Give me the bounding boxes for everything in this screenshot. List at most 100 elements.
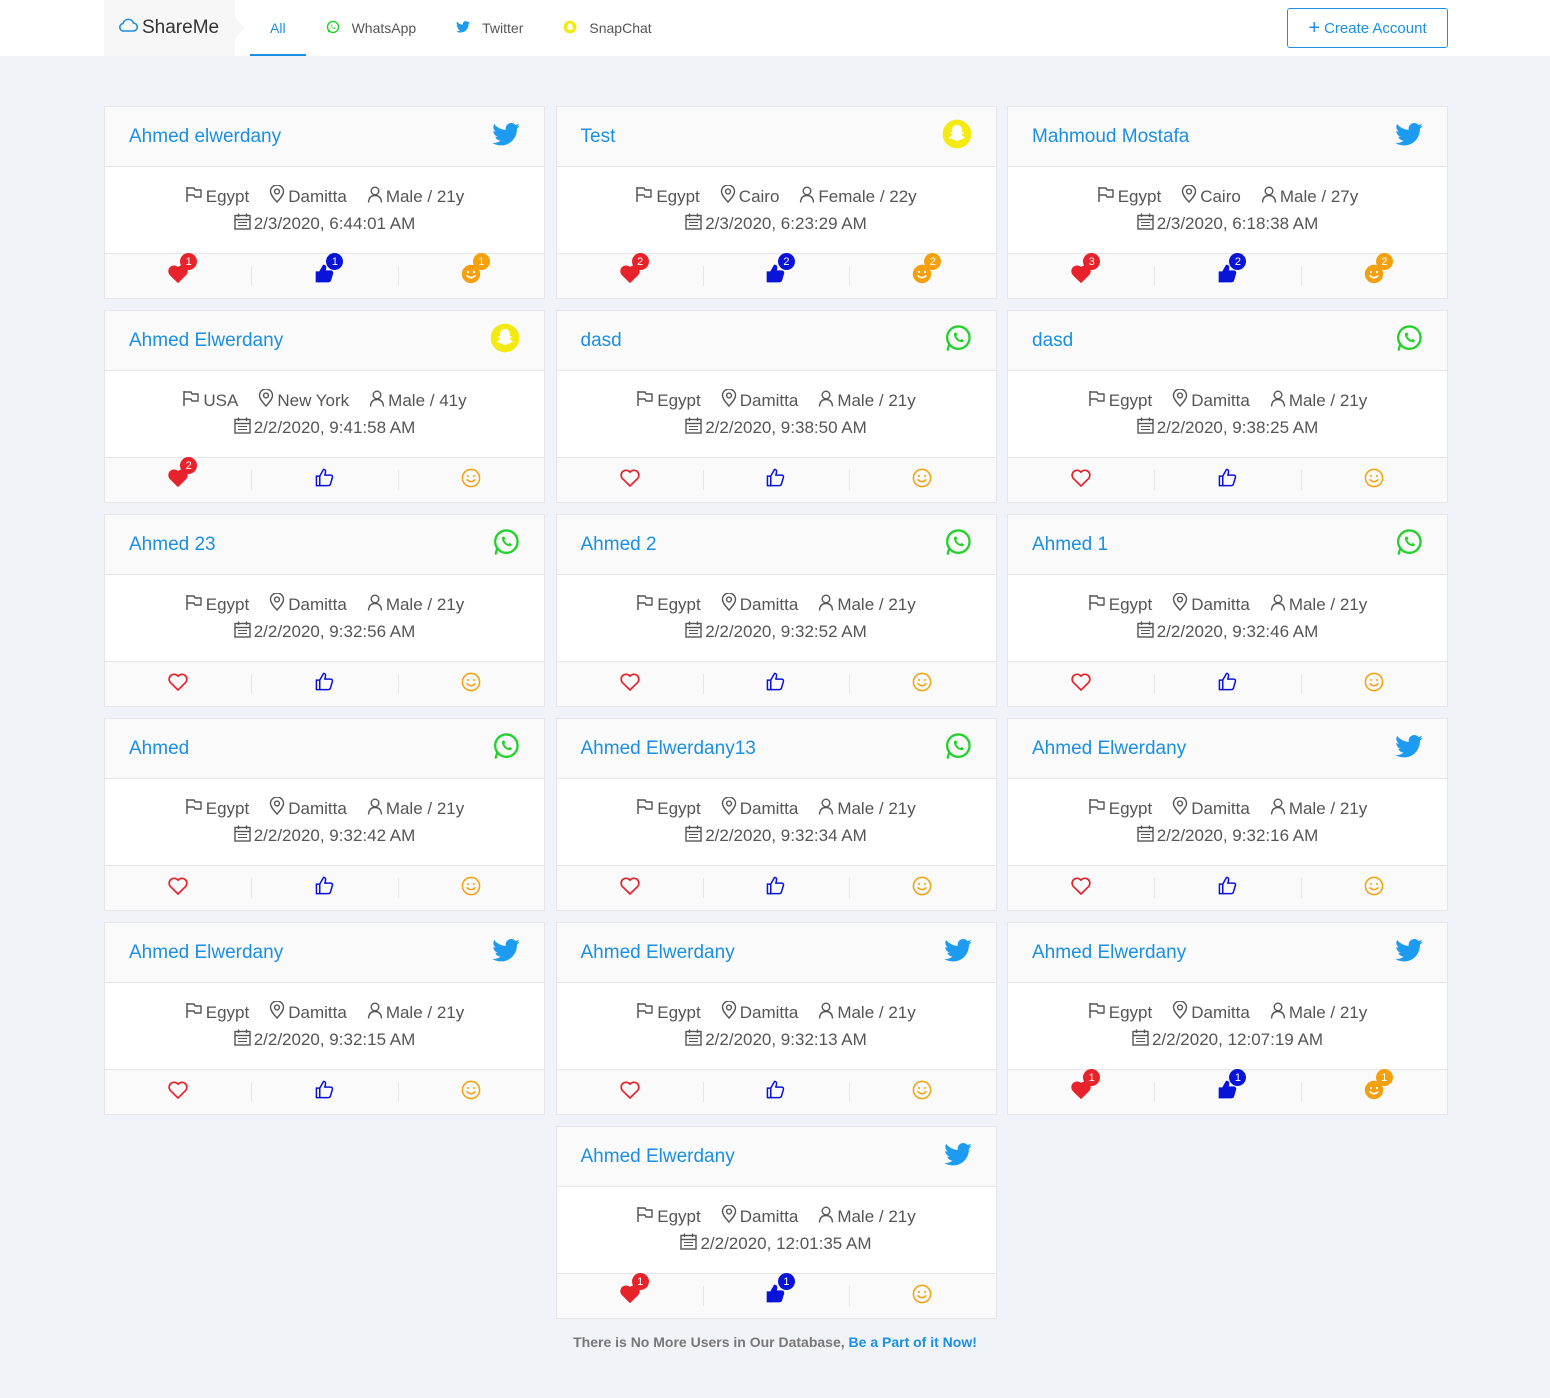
- heart-button[interactable]: [557, 662, 703, 706]
- card-reactions: [556, 1069, 996, 1114]
- user-name[interactable]: dasd: [581, 330, 622, 352]
- whatsapp-icon[interactable]: [944, 732, 972, 765]
- smile-button[interactable]: 2: [849, 253, 995, 298]
- join-link[interactable]: Be a Part of it Now!: [849, 1334, 977, 1350]
- calendar-icon: [233, 417, 254, 439]
- twitter-icon[interactable]: [1395, 122, 1423, 151]
- user-name[interactable]: Ahmed Elwerdany: [129, 942, 283, 964]
- user-name[interactable]: Ahmed 1: [1032, 534, 1108, 556]
- like-button[interactable]: 1: [251, 253, 397, 298]
- heart-button[interactable]: [105, 662, 251, 706]
- heart-button[interactable]: [105, 866, 251, 910]
- smile-button[interactable]: [849, 1070, 995, 1114]
- tab-whatsapp[interactable]: WhatsApp: [306, 0, 437, 56]
- heart-button[interactable]: [557, 458, 703, 502]
- smile-button[interactable]: 2: [1300, 253, 1447, 298]
- like-button[interactable]: [1154, 866, 1300, 910]
- user-name[interactable]: Ahmed Elwerdany: [1032, 738, 1186, 760]
- card-header: Ahmed 1: [1008, 515, 1447, 575]
- like-button[interactable]: [251, 866, 397, 910]
- twitter-icon[interactable]: [943, 1142, 972, 1171]
- snapchat-icon[interactable]: [490, 323, 520, 358]
- whatsapp-icon[interactable]: [492, 528, 520, 561]
- smile-button[interactable]: [849, 662, 995, 706]
- user-name[interactable]: Ahmed: [129, 738, 189, 760]
- like-button[interactable]: [1154, 662, 1300, 706]
- smile-button[interactable]: 1: [397, 253, 544, 298]
- whatsapp-icon[interactable]: [944, 528, 972, 561]
- twitter-icon: [456, 20, 482, 36]
- smile-button[interactable]: [849, 866, 995, 910]
- smile-button[interactable]: [849, 1274, 995, 1318]
- user-icon: [818, 1002, 837, 1024]
- user-name[interactable]: Ahmed Elwerdany: [581, 942, 735, 964]
- heart-button[interactable]: [1008, 866, 1154, 910]
- tab-snapchat[interactable]: SnapChat: [543, 0, 671, 56]
- smile-button[interactable]: [397, 1070, 544, 1114]
- country-info: Egypt: [636, 594, 701, 616]
- whatsapp-icon[interactable]: [944, 324, 972, 357]
- like-button[interactable]: 2: [702, 253, 849, 298]
- twitter-icon[interactable]: [1395, 938, 1423, 967]
- heart-button[interactable]: [557, 1070, 703, 1114]
- like-button[interactable]: [702, 1070, 849, 1114]
- like-button[interactable]: 1: [1154, 1069, 1300, 1114]
- smile-button[interactable]: [1300, 866, 1447, 910]
- heart-button[interactable]: [105, 1070, 251, 1114]
- gender-age-info: Male / 41y: [369, 390, 467, 412]
- brand-logo[interactable]: ShareMe: [104, 0, 245, 56]
- snapchat-icon[interactable]: [942, 119, 972, 154]
- create-account-button[interactable]: + Create Account: [1287, 8, 1448, 48]
- date-text: 2/2/2020, 12:01:35 AM: [700, 1233, 872, 1253]
- whatsapp-icon[interactable]: [1395, 324, 1423, 357]
- user-name[interactable]: Ahmed 23: [129, 534, 216, 556]
- twitter-icon[interactable]: [492, 938, 520, 967]
- like-button[interactable]: [702, 662, 849, 706]
- like-button[interactable]: [251, 458, 397, 502]
- smile-button[interactable]: 1: [1300, 1069, 1447, 1114]
- user-icon: [367, 594, 386, 616]
- card-body: Egypt Cairo Female / 22y 2/3/2020, 6:23:…: [557, 167, 996, 253]
- heart-button[interactable]: [1008, 458, 1154, 502]
- heart-button[interactable]: 1: [105, 253, 251, 298]
- user-name[interactable]: Ahmed Elwerdany: [1032, 942, 1186, 964]
- like-button[interactable]: [702, 458, 849, 502]
- smile-button[interactable]: [397, 662, 544, 706]
- tab-twitter[interactable]: Twitter: [436, 0, 543, 56]
- user-name[interactable]: Test: [581, 126, 616, 148]
- twitter-icon[interactable]: [492, 122, 520, 151]
- user-name[interactable]: Ahmed Elwerdany13: [581, 738, 756, 760]
- like-button[interactable]: 1: [702, 1273, 849, 1318]
- heart-button[interactable]: 2: [105, 457, 251, 502]
- like-button[interactable]: [251, 1070, 397, 1114]
- tab-all[interactable]: All: [250, 0, 306, 56]
- heart-button[interactable]: [557, 866, 703, 910]
- like-button[interactable]: 2: [1154, 253, 1300, 298]
- like-button[interactable]: [251, 662, 397, 706]
- smile-button[interactable]: [397, 458, 544, 502]
- user-name[interactable]: Ahmed 2: [581, 534, 657, 556]
- heart-button[interactable]: [1008, 662, 1154, 706]
- whatsapp-icon[interactable]: [492, 732, 520, 765]
- country-info: Egypt: [1088, 798, 1152, 820]
- user-name[interactable]: Mahmoud Mostafa: [1032, 126, 1189, 148]
- whatsapp-icon[interactable]: [1395, 528, 1423, 561]
- gender-age-text: Male / 21y: [837, 594, 916, 614]
- heart-button[interactable]: 3: [1008, 253, 1154, 298]
- heart-button[interactable]: 1: [1008, 1069, 1154, 1114]
- user-name[interactable]: Ahmed elwerdany: [129, 126, 281, 148]
- smile-button[interactable]: [397, 866, 544, 910]
- heart-button[interactable]: 2: [557, 253, 703, 298]
- user-name[interactable]: Ahmed Elwerdany: [581, 1146, 735, 1168]
- user-card: dasd Egypt Damitta Male / 21y 2/2/2020, …: [555, 310, 997, 503]
- smile-button[interactable]: [1300, 662, 1447, 706]
- smile-button[interactable]: [849, 458, 995, 502]
- like-button[interactable]: [1154, 458, 1300, 502]
- like-button[interactable]: [702, 866, 849, 910]
- user-name[interactable]: dasd: [1032, 330, 1073, 352]
- user-name[interactable]: Ahmed Elwerdany: [129, 330, 283, 352]
- smile-button[interactable]: [1300, 458, 1447, 502]
- heart-button[interactable]: 1: [557, 1273, 703, 1318]
- twitter-icon[interactable]: [943, 938, 972, 967]
- twitter-icon[interactable]: [1395, 734, 1423, 763]
